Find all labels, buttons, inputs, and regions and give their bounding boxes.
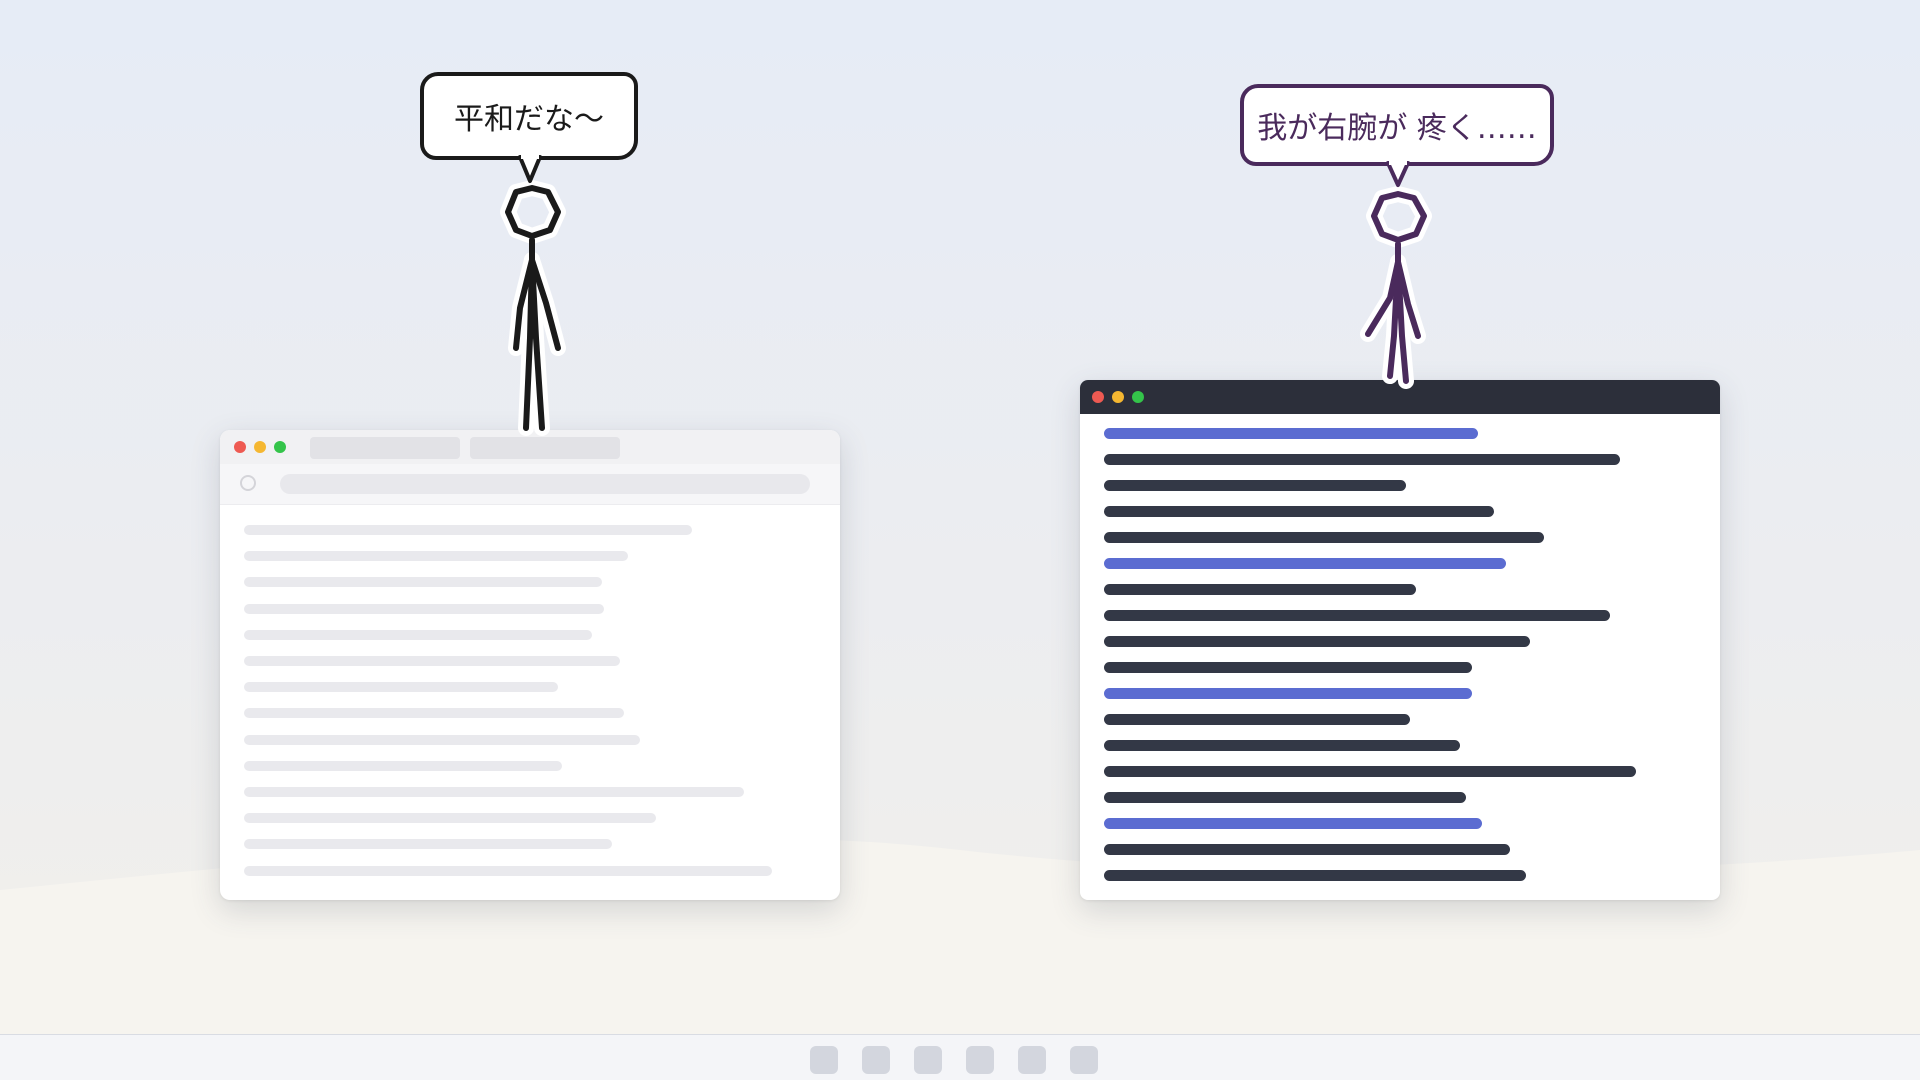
right-speech-text: 我が右腕が 疼く…… <box>1257 111 1537 146</box>
dock-app-icon[interactable] <box>810 1046 838 1074</box>
browser-address-bar <box>220 464 840 505</box>
code-line-highlighted <box>1104 688 1472 699</box>
left-speech-text: 平和だな〜 <box>454 102 604 137</box>
minimize-window-button[interactable] <box>1112 391 1124 403</box>
desktop-stage: 平和だな〜 我が右腕が 疼く…… <box>0 0 1920 1080</box>
dock-app-icon[interactable] <box>914 1046 942 1074</box>
minimize-window-button[interactable] <box>254 441 266 453</box>
code-line <box>1104 870 1526 881</box>
code-editor-window[interactable] <box>1080 380 1720 900</box>
left-speech-bubble: 平和だな〜 <box>420 72 638 160</box>
code-line-highlighted <box>1104 558 1506 569</box>
code-line-highlighted <box>1104 818 1482 829</box>
reload-icon[interactable] <box>240 475 256 491</box>
code-line <box>1104 636 1530 647</box>
text-line-placeholder <box>244 708 624 719</box>
text-line-placeholder <box>244 865 772 876</box>
dock-app-icon[interactable] <box>862 1046 890 1074</box>
dock-app-icon[interactable] <box>1070 1046 1098 1074</box>
text-line-placeholder <box>244 656 620 666</box>
code-line <box>1104 766 1636 777</box>
close-window-button[interactable] <box>234 441 246 453</box>
text-line-placeholder <box>244 525 692 535</box>
maximize-window-button[interactable] <box>274 441 286 453</box>
close-window-button[interactable] <box>1092 391 1104 403</box>
url-input[interactable] <box>280 474 810 494</box>
text-line-placeholder <box>244 839 612 850</box>
code-line <box>1104 844 1510 855</box>
maximize-window-button[interactable] <box>1132 391 1144 403</box>
left-stick-figure <box>500 180 566 436</box>
code-line <box>1104 792 1466 803</box>
code-line <box>1104 610 1610 621</box>
text-line-placeholder <box>244 629 592 640</box>
code-line <box>1104 584 1416 595</box>
left-bubble-tail <box>518 155 542 183</box>
text-line-placeholder <box>244 577 602 588</box>
right-speech-bubble: 我が右腕が 疼く…… <box>1240 84 1554 166</box>
text-line-placeholder <box>244 682 558 693</box>
text-line-placeholder <box>244 760 562 771</box>
code-line <box>1104 454 1620 465</box>
taskbar-dock <box>0 1034 1920 1080</box>
dock-app-icon[interactable] <box>1018 1046 1046 1074</box>
code-line <box>1104 480 1406 491</box>
text-line-placeholder <box>244 813 656 824</box>
code-line-highlighted <box>1104 428 1478 439</box>
code-line <box>1104 532 1544 543</box>
code-line <box>1104 506 1494 517</box>
code-line <box>1104 714 1410 725</box>
browser-tab[interactable] <box>310 437 460 459</box>
code-line <box>1104 740 1460 751</box>
text-line-placeholder <box>244 551 628 562</box>
code-line <box>1104 662 1472 673</box>
right-stick-figure <box>1360 186 1432 389</box>
right-bubble-tail <box>1386 161 1410 187</box>
text-line-placeholder <box>244 734 640 745</box>
text-line-placeholder <box>244 787 744 797</box>
text-line-placeholder <box>244 603 604 614</box>
browser-window[interactable] <box>220 430 840 900</box>
dock-app-icon[interactable] <box>966 1046 994 1074</box>
